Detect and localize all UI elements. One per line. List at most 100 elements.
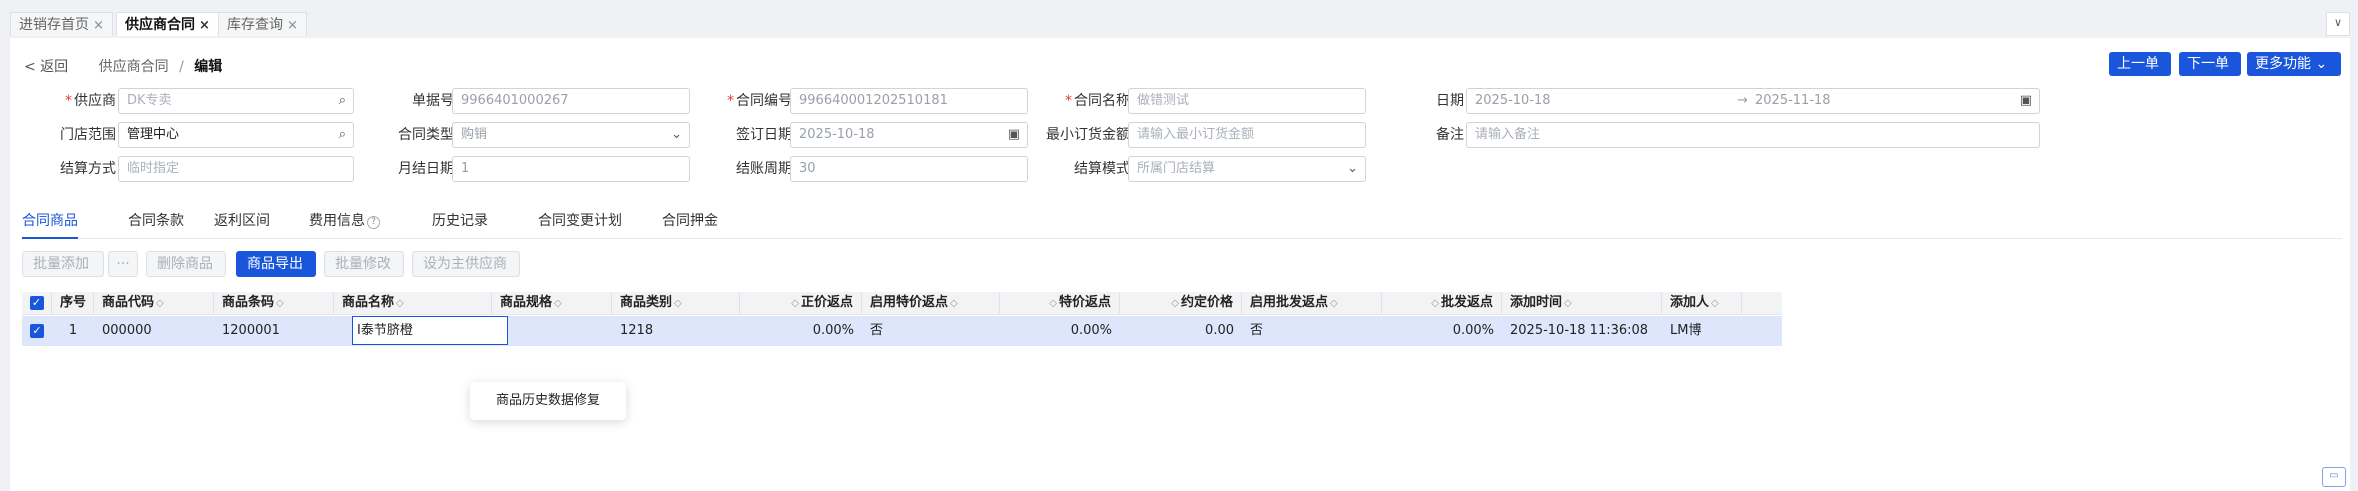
chat-icon[interactable]: ▭ [2322,467,2346,487]
cell-wholesale-enabled: 否 [1250,323,1264,338]
prev-doc-button[interactable]: 上一单 [2109,52,2171,76]
col-category[interactable]: 商品类别 ◇ [612,292,740,314]
store-scope-label: 门店范围 [60,127,116,143]
breadcrumb-parent[interactable]: 供应商合同 [99,59,169,75]
doc-no-label: 单据号 [412,93,454,109]
tab-history[interactable]: 历史记录 [432,212,488,237]
col-added-time[interactable]: 添加时间 ◇ [1502,292,1662,314]
table-row[interactable]: ✓ 1 000000 1200001 1218 0.00% 否 0.00% 0.… [22,316,1782,346]
contract-name-field[interactable]: 做错测试 [1128,88,1366,114]
close-icon[interactable]: × [93,18,104,33]
export-goods-button[interactable]: 商品导出 [236,251,316,277]
col-agreed-price[interactable]: ◇ 约定价格 [1120,292,1242,314]
sort-icon: ◇ [1330,298,1338,309]
col-special-rebate[interactable]: ◇ 特价返点 [1000,292,1120,314]
delete-goods-button[interactable]: 删除商品 [146,251,226,277]
col-name[interactable]: 商品名称 ◇ [334,292,492,314]
sort-icon: ◇ [1049,298,1057,309]
breadcrumb: < 返回 供应商合同 / 编辑 [24,56,222,76]
month-end-date-field[interactable]: 1 [452,156,690,182]
contract-no-value: 996640001202510181 [799,93,948,108]
sign-date-label: 签订日期 [736,127,792,143]
table-header-row: ✓ 序号 商品代码 ◇ 商品条码 ◇ 商品名称 ◇ 商品规格 ◇ 商品类别 ◇ ◇ 正价返点… [22,292,1782,315]
breadcrumb-current: 编辑 [194,59,223,75]
sort-icon: ◇ [791,298,799,309]
min-order-field[interactable]: 请输入最小订货金额 [1128,122,1366,148]
col-seq: 序号 [52,292,94,314]
col-special-enabled[interactable]: 启用特价返点 ◇ [862,292,1000,314]
cell-added-time: 2025-10-18 11:36:08 [1510,323,1649,338]
remark-field[interactable]: 请输入备注 [1466,122,2040,148]
tab-fee-info[interactable]: 费用信息? [309,212,380,237]
supplier-field[interactable]: DK专卖 ⌕ [118,88,354,114]
search-icon[interactable]: ⌕ [339,89,346,113]
store-scope-value: 管理中心 [127,127,180,142]
col-spec[interactable]: 商品规格 ◇ [492,292,612,314]
settle-mode-select[interactable]: 所属门店结算 ⌄ [1128,156,1366,182]
calendar-icon[interactable]: ▣ [2020,89,2032,113]
col-added-by[interactable]: 添加人 ◇ [1662,292,1742,314]
row-checkbox[interactable]: ✓ [22,316,52,346]
tab-label: 库存查询 [227,17,283,33]
contract-no-field[interactable]: 996640001202510181 [790,88,1028,114]
tab-contract-terms[interactable]: 合同条款 [128,212,184,237]
tab-deposit[interactable]: 合同押金 [662,212,718,237]
batch-edit-button[interactable]: 批量修改 [324,251,404,277]
chevron-down-icon[interactable]: ∨ [2326,12,2350,36]
sort-icon: ◇ [156,298,164,309]
close-icon[interactable]: × [287,18,298,33]
set-main-supplier-button[interactable]: 设为主供应商 [412,251,520,277]
settle-cycle-field[interactable]: 30 [790,156,1028,182]
col-normal-rebate[interactable]: ◇ 正价返点 [740,292,862,314]
more-functions-button[interactable]: 更多功能 ⌄ [2247,52,2341,76]
main-panel: < 返回 供应商合同 / 编辑 上一单 下一单 更多功能 ⌄ * 供应商 DK专卖… [10,38,2350,491]
more-dots-button[interactable]: ··· [108,251,138,277]
tab-label: 供应商合同 [125,17,195,33]
store-scope-field[interactable]: 管理中心 ⌕ [118,122,354,148]
settle-method-label: 结算方式 [60,161,116,177]
tab-inventory-home[interactable]: 进销存首页 × [10,12,113,36]
sort-icon: ◇ [554,298,562,309]
cell-category: 1218 [620,323,654,338]
tab-supplier-contract[interactable]: 供应商合同 × [116,12,219,36]
cell-barcode: 1200001 [222,323,280,338]
col-wholesale-enabled[interactable]: 启用批发返点 ◇ [1242,292,1382,314]
batch-add-button[interactable]: 批量添加 [22,251,104,277]
sign-date-value: 2025-10-18 [799,127,875,142]
contract-type-select[interactable]: 购销 ⌄ [452,122,690,148]
remark-label: 备注 [1436,127,1464,143]
sort-icon: ◇ [276,298,284,309]
tab-change-plan[interactable]: 合同变更计划 [538,212,622,237]
cell-code: 000000 [102,323,152,338]
next-doc-button[interactable]: 下一单 [2179,52,2241,76]
context-menu-item-repair-history[interactable]: 商品历史数据修复 [470,382,626,420]
cell-name-editor[interactable]: I泰节脐橙 [352,316,508,345]
arrow-right-icon: → [1737,93,1748,108]
sort-icon: ◇ [674,298,682,309]
date-range-field[interactable]: 2025-10-18 → 2025-11-18 ▣ [1466,88,2040,114]
cell-wholesale-rebate: 0.00% [1452,323,1494,338]
col-wholesale-rebate[interactable]: ◇ 批发返点 [1382,292,1502,314]
doc-no-value: 9966401000267 [461,93,569,108]
search-icon[interactable]: ⌕ [339,123,346,147]
settle-method-field[interactable]: 临时指定 [118,156,354,182]
col-code[interactable]: 商品代码 ◇ [94,292,214,314]
back-link[interactable]: < 返回 [24,59,68,75]
tab-rebate-range[interactable]: 返利区间 [214,212,270,237]
tab-contract-goods[interactable]: 合同商品 [22,212,78,239]
cell-added-by: LM博 [1670,323,1702,338]
close-icon[interactable]: × [199,18,210,33]
calendar-icon[interactable]: ▣ [1008,123,1020,147]
select-all-checkbox[interactable]: ✓ [22,292,52,314]
settle-cycle-label: 结账周期 [736,161,792,177]
tab-label: 进销存首页 [19,17,89,33]
context-menu: 商品历史数据修复 [470,382,626,420]
sign-date-field[interactable]: 2025-10-18 ▣ [790,122,1028,148]
settle-mode-label: 结算模式 [1074,161,1130,177]
date-start: 2025-10-18 [1475,93,1551,108]
cell-seq: 1 [68,323,78,338]
doc-no-field[interactable]: 9966401000267 [452,88,690,114]
min-order-placeholder: 请输入最小订货金额 [1137,127,1255,142]
tab-stock-query[interactable]: 库存查询 × [218,12,307,36]
col-barcode[interactable]: 商品条码 ◇ [214,292,334,314]
